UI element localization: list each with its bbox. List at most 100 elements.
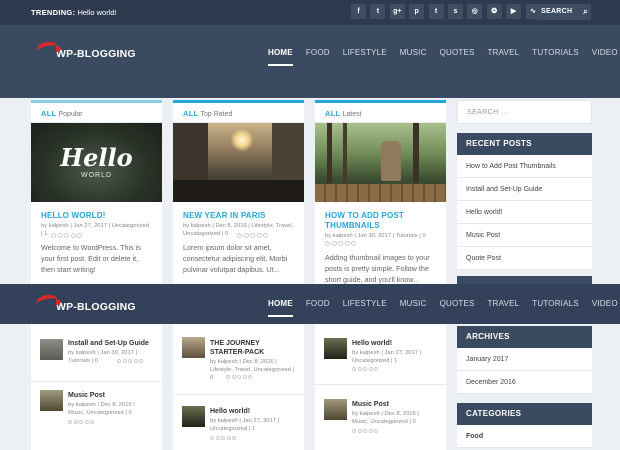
stumbleupon-icon[interactable]: s	[447, 4, 463, 19]
list-thumbnail[interactable]	[40, 339, 63, 360]
post-title[interactable]: HOW TO ADD POST THUMBNAILS	[325, 211, 437, 231]
post-thumbnail-paris[interactable]	[173, 123, 304, 202]
logo-arrow-icon	[34, 292, 62, 312]
site-logo[interactable]: WP-BLOGGING	[34, 39, 136, 60]
top-bar: TRENDING: Hello world! f t g+ p t s ◎ ❂ …	[0, 0, 620, 25]
post-title[interactable]: HELLO WORLD!	[41, 211, 153, 221]
list-item-meta: by kalpesh | Jan 27, 2017 | Uncategorized…	[352, 350, 422, 364]
trending-link[interactable]: Hello world!	[77, 8, 116, 17]
card-tab[interactable]: ALL Popular	[31, 100, 162, 123]
logo-text: WP-BLOGGING	[56, 301, 136, 313]
twitter-icon[interactable]: t	[370, 4, 386, 19]
nav-music[interactable]: MUSIC	[400, 299, 427, 308]
post-meta: by kalpesh | Jan 30, 2017 | Tutorials | …	[325, 233, 426, 239]
rating-stars	[68, 420, 96, 424]
post-card-top-rated: ALL Top Rated NEW YEAR IN PARIS by kalpes…	[173, 100, 304, 284]
rating-stars	[226, 375, 254, 379]
rating-stars	[352, 429, 380, 433]
list-item-meta: by kalpesh | Jan 27, 2017 | Uncategorized…	[210, 418, 280, 432]
post-excerpt: Welcome to WordPress. This is your first…	[41, 243, 141, 274]
rating-stars	[352, 367, 380, 371]
site-logo[interactable]: WP-BLOGGING	[34, 292, 136, 313]
recent-post-link[interactable]: How to Add Post Thumbnails	[457, 155, 592, 178]
nav-video[interactable]: VIDEO	[592, 48, 618, 57]
list-item-title[interactable]: Music Post	[352, 400, 436, 409]
category-link[interactable]: Food	[457, 425, 592, 448]
nav-quotes[interactable]: QUOTES	[440, 299, 475, 308]
list-thumbnail[interactable]	[40, 390, 63, 411]
list-item-meta: by kalpesh | Jan 30, 2017 | Tutorials | 0	[68, 350, 138, 364]
list-item-title[interactable]: Hello world!	[210, 407, 294, 416]
archive-link[interactable]: December 2016	[457, 371, 592, 394]
recent-posts-heading: RECENT POSTS	[457, 133, 592, 155]
sidebar-search-input[interactable]: SEARCH ...	[457, 100, 592, 124]
recent-post-link[interactable]: Install and Set-Up Guide	[457, 178, 592, 201]
list-thumbnail[interactable]	[324, 399, 347, 420]
nav-travel[interactable]: TRAVEL	[488, 48, 520, 57]
nav-tutorials[interactable]: TUTORIALS	[532, 299, 579, 308]
logo-arrow-icon	[34, 39, 62, 59]
list-thumbnail[interactable]	[324, 338, 347, 359]
post-list-col3: Hello world! by kalpesh | Jan 27, 2017 |…	[315, 324, 446, 450]
top-search-input[interactable]: SEARCH ⌕	[537, 4, 591, 20]
list-item-title[interactable]: Install and Set-Up Guide	[68, 339, 152, 348]
categories-heading: CATEGORIES	[457, 403, 592, 425]
nav-travel[interactable]: TRAVEL	[488, 299, 520, 308]
nav-lifestyle[interactable]: LIFESTYLE	[343, 299, 387, 308]
list-item-title[interactable]: Music Post	[68, 391, 152, 400]
nav-home[interactable]: HOME	[268, 48, 293, 66]
list-thumbnail[interactable]	[182, 337, 205, 358]
post-card-latest: ALL Latest HOW TO ADD POST THUMBNAILS by …	[315, 100, 446, 284]
nav-quotes[interactable]: QUOTES	[440, 48, 475, 57]
recent-post-link[interactable]: Hello world!	[457, 201, 592, 224]
main-nav: HOME FOOD LIFESTYLE MUSIC QUOTES TRAVEL …	[268, 48, 620, 66]
sidebar-widget-header-strip	[457, 276, 592, 284]
nav-lifestyle[interactable]: LIFESTYLE	[343, 48, 387, 57]
facebook-icon[interactable]: f	[351, 4, 366, 19]
tumblr-icon[interactable]: t	[428, 4, 444, 19]
nav-tutorials[interactable]: TUTORIALS	[532, 48, 579, 57]
social-icons: f t g+ p t s ◎ ❂ ▶ ∿	[351, 4, 545, 19]
card-tab[interactable]: ALL Latest	[315, 100, 446, 123]
list-item-title[interactable]: Hello world!	[352, 339, 436, 348]
post-excerpt: Adding thumbnail images to your posts is…	[325, 253, 430, 284]
sticky-header: WP-BLOGGING HOME FOOD LIFESTYLE MUSIC QU…	[0, 284, 620, 324]
recent-post-link[interactable]: Music Post	[457, 224, 592, 247]
post-title[interactable]: NEW YEAR IN PARIS	[183, 211, 295, 221]
card-tab[interactable]: ALL Top Rated	[173, 100, 304, 123]
post-list-col1: Install and Set-Up Guide by kalpesh | Ja…	[31, 324, 162, 450]
image-world-text: WORLD	[80, 172, 113, 179]
trending: TRENDING: Hello world!	[31, 8, 117, 17]
recent-post-link[interactable]: Quote Post	[457, 247, 592, 270]
pinterest-icon[interactable]: p	[409, 4, 425, 19]
rating-stars	[51, 233, 84, 238]
sticky-nav: HOME FOOD LIFESTYLE MUSIC QUOTES TRAVEL …	[268, 299, 620, 317]
archive-link[interactable]: January 2017	[457, 348, 592, 371]
post-excerpt: Lorem ipsum dolor sit amet, consectetur …	[183, 243, 288, 274]
post-thumbnail-forest[interactable]	[315, 123, 446, 202]
post-card-popular: ALL Popular Hello WORLD HELLO WORLD! by k…	[31, 100, 162, 284]
rating-stars	[117, 359, 145, 363]
archives-heading: ARCHIVES	[457, 326, 592, 348]
post-list-col2: THE JOURNEY STARTER-PACK by kalpesh | De…	[173, 324, 304, 450]
rating-stars	[237, 233, 270, 238]
google-plus-icon[interactable]: g+	[389, 4, 405, 19]
search-icon[interactable]: ⌕	[583, 4, 588, 20]
list-thumbnail[interactable]	[182, 406, 205, 427]
nav-home[interactable]: HOME	[268, 299, 293, 317]
rating-stars	[325, 241, 358, 246]
nav-food[interactable]: FOOD	[306, 48, 330, 57]
youtube-icon[interactable]: ▶	[506, 4, 522, 19]
post-thumbnail-hello-world[interactable]: Hello WORLD	[31, 123, 162, 202]
nav-food[interactable]: FOOD	[306, 299, 330, 308]
nav-video[interactable]: VIDEO	[592, 299, 618, 308]
list-item-title[interactable]: THE JOURNEY STARTER-PACK	[210, 339, 296, 357]
sidebar-search-placeholder: SEARCH ...	[467, 109, 508, 116]
logo-text: WP-BLOGGING	[56, 48, 136, 60]
instagram-icon[interactable]: ◎	[467, 4, 483, 19]
nav-music[interactable]: MUSIC	[400, 48, 427, 57]
list-item-meta: by kalpesh | Dec 8, 2016 | Music, Uncateg…	[68, 402, 135, 416]
dribbble-icon[interactable]: ❂	[486, 4, 502, 19]
image-hello-text: Hello	[60, 143, 133, 172]
trending-label: TRENDING:	[31, 8, 76, 17]
